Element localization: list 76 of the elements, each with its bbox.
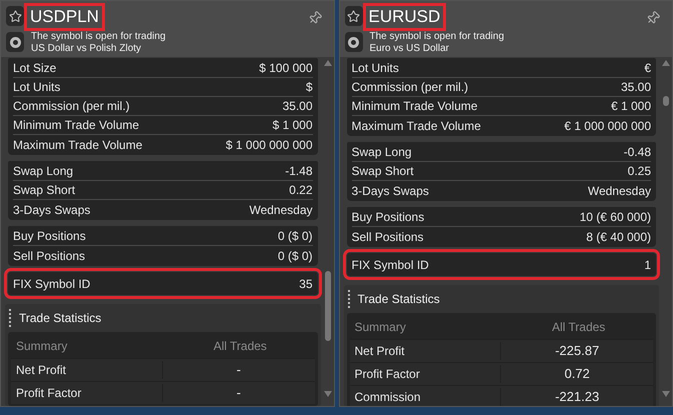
row-label: Swap Long <box>13 163 74 180</box>
row-label: Swap Long <box>352 144 412 161</box>
row-label: Maximum Trade Volume <box>352 118 481 134</box>
table-cell-text: -225.87 <box>554 342 600 360</box>
table-cell-text: - <box>235 361 242 380</box>
row-label: Sell Positions <box>352 228 424 246</box>
row-value: $ 100 000 <box>259 60 312 77</box>
scroll-thumb[interactable] <box>324 271 330 341</box>
row-label: Buy Positions <box>352 209 424 226</box>
row-value: 0 ($ 0) <box>278 228 312 245</box>
section-title: Trade Statistics <box>19 310 102 327</box>
record-button[interactable] <box>6 32 24 52</box>
table-cell-text: 0.72 <box>563 365 591 384</box>
table-cell: Net Profit <box>350 342 502 360</box>
row-value: 0.22 <box>289 182 312 199</box>
row-label: FIX Symbol ID <box>352 256 429 274</box>
symbol-description: Euro vs US Dollar <box>370 43 450 55</box>
row-value: -1.48 <box>285 163 312 180</box>
row-label: Swap Short <box>13 182 76 199</box>
table-cell: Net Profit <box>11 361 163 379</box>
row-label: Commission (per mil.) <box>13 98 130 115</box>
row-value: 8 (€ 40 000) <box>586 228 651 246</box>
row-value: 35.00 <box>620 79 651 96</box>
pin-icon[interactable] <box>646 11 660 25</box>
row-value: 35 <box>299 276 312 292</box>
row-label: 3-Days Swaps <box>13 202 90 218</box>
row-label: Maximum Trade Volume <box>13 136 142 154</box>
scroll-up-icon[interactable] <box>324 60 332 66</box>
row-value: 0.25 <box>628 163 651 180</box>
scroll-down-icon[interactable] <box>324 391 332 397</box>
row-label: Lot Size <box>13 60 56 77</box>
column-header: Summary <box>15 338 68 355</box>
row-label: 3-Days Swaps <box>352 182 429 200</box>
row-value: € 1 000 <box>610 98 651 115</box>
row-label: Buy Positions <box>13 228 86 245</box>
row-label: Sell Positions <box>13 248 86 264</box>
row-label: Lot Units <box>352 60 399 77</box>
row-value: 10 (€ 60 000) <box>580 209 651 226</box>
row-label: Swap Short <box>352 163 414 180</box>
row-label: Commission (per mil.) <box>352 79 468 96</box>
row-value: € <box>644 60 651 77</box>
row-value: 0 ($ 0) <box>278 248 312 264</box>
table-cell: Profit Factor <box>11 384 163 402</box>
table-cell: Commission <box>350 388 502 406</box>
column-header: All Trades <box>550 319 606 336</box>
section-title: Trade Statistics <box>358 291 440 308</box>
row-value: $ 1 000 000 000 <box>226 136 312 154</box>
column-header: Summary <box>354 319 407 336</box>
scroll-down-icon[interactable] <box>662 391 670 397</box>
table-cell: Profit Factor <box>350 365 502 383</box>
column-header: All Trades <box>212 338 268 355</box>
table-cell-text: - <box>235 384 242 402</box>
favorite-button[interactable] <box>344 6 362 26</box>
row-value: Wednesday <box>588 182 651 200</box>
scroll-up-icon[interactable] <box>662 60 670 66</box>
row-label: FIX Symbol ID <box>13 276 90 292</box>
row-value: Wednesday <box>249 202 312 218</box>
status-text: The symbol is open for trading <box>370 31 506 43</box>
pin-icon[interactable] <box>308 11 322 25</box>
scroll-thumb[interactable] <box>663 96 669 106</box>
row-value: $ 1 000 <box>272 117 312 134</box>
row-label: Lot Units <box>13 79 60 96</box>
status-text: The symbol is open for trading <box>31 31 167 43</box>
row-label: Minimum Trade Volume <box>352 98 478 115</box>
row-value: 35.00 <box>282 98 312 115</box>
row-value: 1 <box>644 256 651 274</box>
row-value: € 1 000 000 000 <box>564 118 651 134</box>
row-value: -0.48 <box>624 144 651 161</box>
symbol-description: US Dollar vs Polish Zloty <box>31 43 142 55</box>
record-button[interactable] <box>344 32 362 52</box>
symbol-title: USDPLN <box>27 6 102 28</box>
row-value: $ <box>306 79 312 96</box>
favorite-button[interactable] <box>6 6 24 26</box>
symbol-title: EURUSD <box>366 6 444 28</box>
table-cell-text: -221.23 <box>554 388 600 406</box>
row-label: Minimum Trade Volume <box>13 117 140 134</box>
